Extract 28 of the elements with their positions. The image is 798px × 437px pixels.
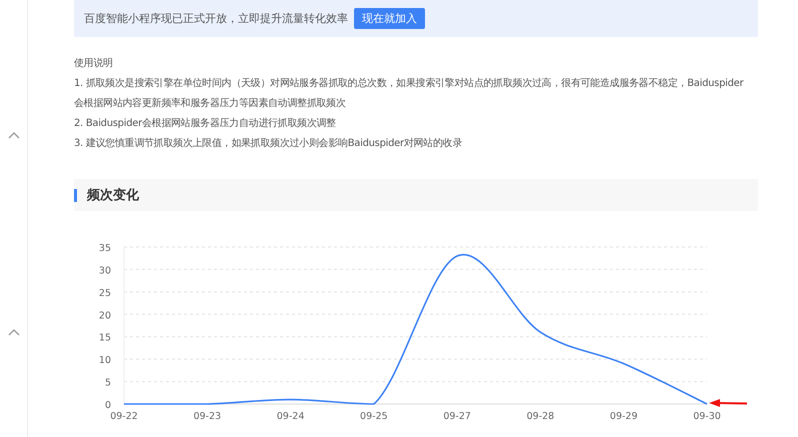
instructions-title: 使用说明	[74, 57, 113, 71]
axis-label: 09-22	[110, 411, 138, 422]
axis-label: 30	[98, 265, 111, 276]
chevron-icon[interactable]	[6, 327, 20, 338]
axis-label: 09-25	[360, 411, 388, 422]
instruction-text: 3. 建议您慎重调节抓取频次上限值，如果抓取频次过小则会影响Baiduspider对网站的收录	[74, 136, 462, 151]
banner-text: 百度智能小程序现已正式开放，立即提升流量转化效率	[84, 11, 348, 26]
axis-label: 10	[98, 355, 111, 366]
axis-label: 09-23	[193, 411, 222, 422]
axis-label: 0	[104, 400, 111, 411]
axis-label: 09-24	[276, 411, 304, 422]
axis-label: 15	[98, 332, 111, 344]
axis-label: 35	[98, 243, 111, 254]
accent-bar	[74, 188, 77, 202]
section-title: 频次变化	[87, 186, 139, 204]
chevron-icon[interactable]	[6, 130, 20, 141]
axis-label: 5	[104, 378, 111, 389]
instruction-text: 会根据网站内容更新频率和服务器压力等因素自动调整抓取频次	[74, 96, 346, 111]
axis-label: 09-29	[610, 411, 638, 422]
axis-label: 09-30	[693, 411, 721, 422]
pointer-arrow	[709, 399, 748, 407]
axis-label: 09-28	[526, 411, 554, 422]
axis-label: 20	[98, 310, 111, 322]
instruction-text: 1. 抓取频次是搜索引擎在单位时间内（天级）对网站服务器抓取的总次数，如果搜索引擎对站点的抓取频次过高，很有可能造成服务器不稳定，Baiduspider	[74, 76, 744, 91]
instruction-text: 2. Baiduspider会根据网站服务器压力自动进行抓取频次调整	[74, 116, 336, 131]
join-button[interactable]: 现在就加入	[354, 8, 425, 29]
axis-label: 09-27	[443, 411, 471, 422]
axis-label: 25	[98, 288, 111, 299]
